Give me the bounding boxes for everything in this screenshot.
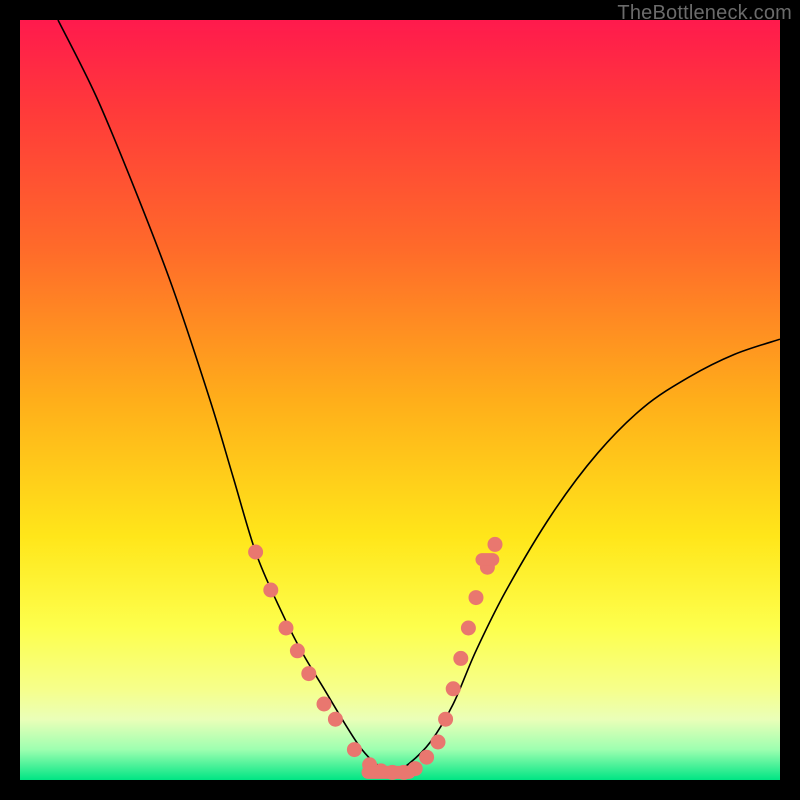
- data-marker: [431, 735, 445, 749]
- watermark-text: TheBottleneck.com: [617, 2, 792, 25]
- data-marker: [469, 591, 483, 605]
- data-marker: [264, 583, 278, 597]
- data-marker: [461, 621, 475, 635]
- data-marker: [454, 651, 468, 665]
- marker-group: [249, 537, 502, 779]
- data-marker-bar: [476, 554, 499, 566]
- data-marker: [439, 712, 453, 726]
- data-marker: [317, 697, 331, 711]
- data-marker: [290, 644, 304, 658]
- data-marker: [488, 537, 502, 551]
- data-marker: [420, 750, 434, 764]
- chart-svg: [20, 20, 780, 780]
- data-marker: [328, 712, 342, 726]
- data-marker: [249, 545, 263, 559]
- bottleneck-curve: [58, 20, 780, 772]
- data-marker: [279, 621, 293, 635]
- outer-frame: TheBottleneck.com: [0, 0, 800, 800]
- data-marker-bar: [362, 766, 415, 778]
- data-marker: [446, 682, 460, 696]
- data-marker: [347, 743, 361, 757]
- data-marker: [302, 667, 316, 681]
- plot-area: [20, 20, 780, 780]
